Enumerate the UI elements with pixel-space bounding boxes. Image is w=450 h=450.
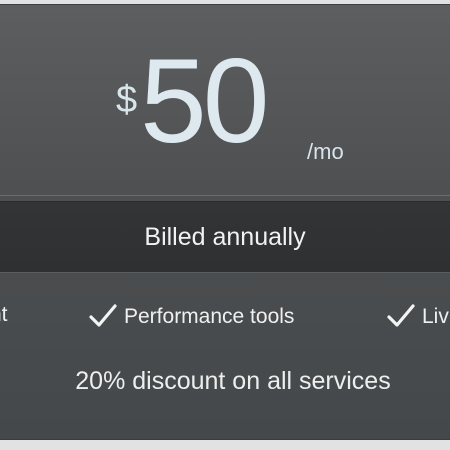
feature-item: Performance tools	[88, 303, 294, 329]
checkmark-icon	[89, 304, 117, 327]
feature-label: Liv	[422, 305, 449, 328]
divider	[0, 195, 450, 196]
price-display: $ 50 /mo	[0, 5, 450, 195]
feature-item: nt	[0, 303, 8, 327]
price-currency: $	[116, 79, 138, 121]
feature-label: nt	[0, 303, 8, 326]
discount-note: 20% discount on all services	[75, 367, 391, 395]
billing-banner: Billed annually	[0, 201, 450, 273]
billing-label: Billed annually	[144, 222, 306, 251]
checkmark-icon	[387, 304, 415, 327]
price-period: /mo	[307, 139, 344, 164]
feature-label: Performance tools	[124, 305, 295, 328]
feature-item: Liv	[386, 303, 449, 329]
price-amount: 50	[140, 34, 269, 168]
feature-list: nt Performance tools Liv	[0, 295, 450, 345]
pricing-card: $ 50 /mo Billed annually nt Performance …	[0, 4, 450, 440]
